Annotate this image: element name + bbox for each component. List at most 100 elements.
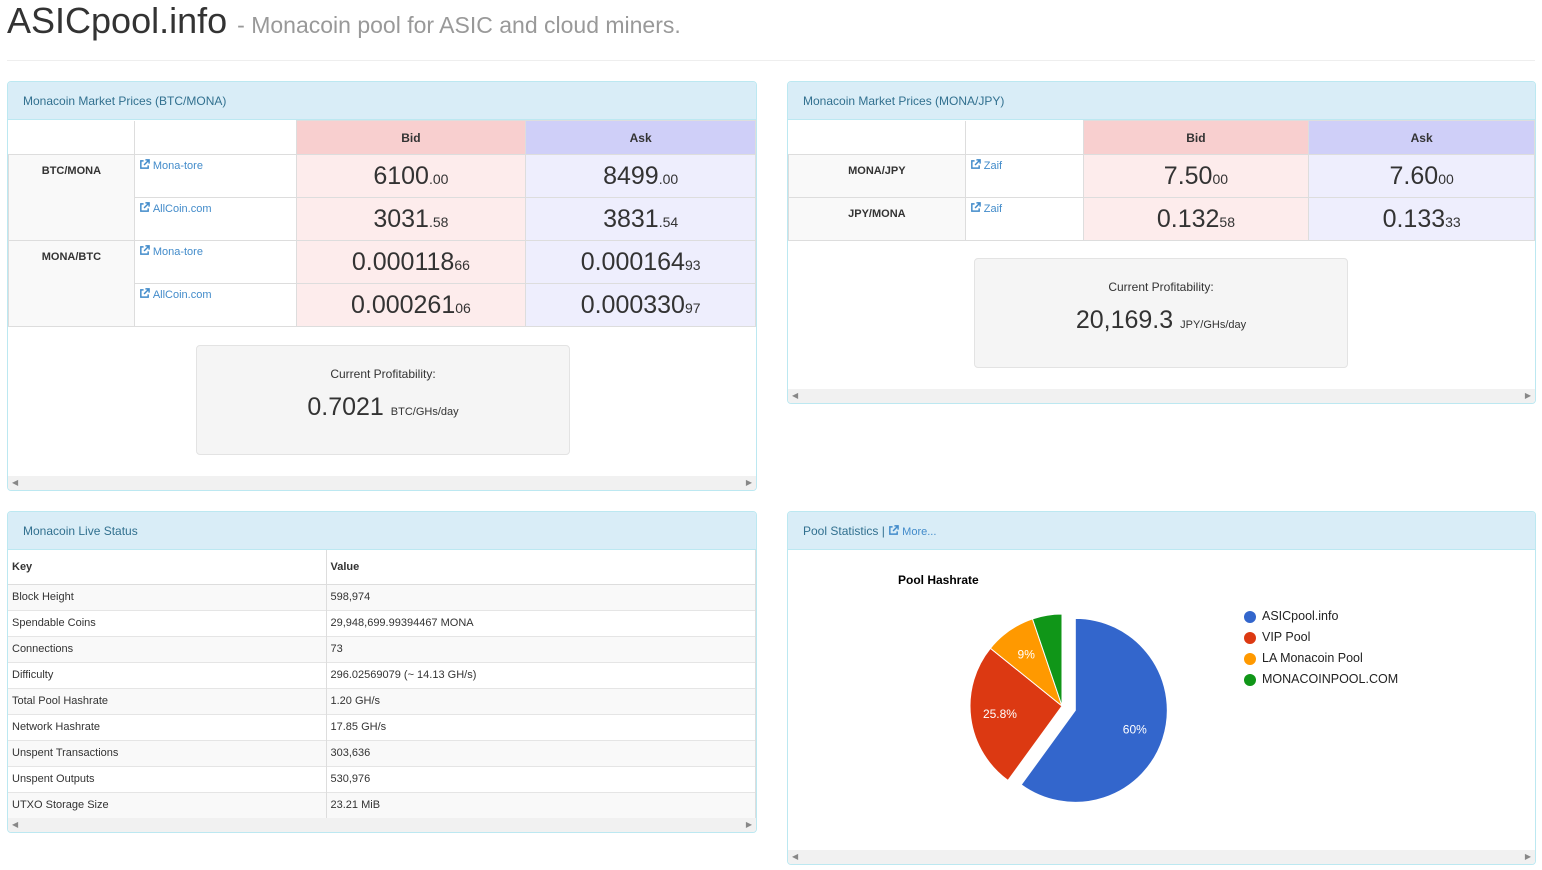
status-value: 1.20 GH/s	[326, 687, 756, 714]
external-link-icon	[970, 159, 981, 169]
status-value: 303,636	[326, 739, 756, 766]
exchange-link[interactable]: AllCoin.com	[133, 283, 297, 327]
pool-statistics-panel: Pool Statistics | More... Pool Hashrate …	[787, 511, 1536, 865]
pie-slice-label: 9%	[1018, 648, 1036, 662]
external-link-icon	[889, 525, 899, 535]
value-column-header: Value	[326, 550, 756, 585]
exchange-link[interactable]: Zaif	[964, 154, 1084, 198]
bid-header: Bid	[1082, 120, 1310, 155]
profitability-value: 0.7021 BTC/GHs/day	[307, 393, 459, 421]
status-key: Connections	[8, 635, 327, 662]
table-row: Spendable Coins 29,948,699.99394467 MONA	[8, 609, 756, 636]
ask-value: 0.00016493	[525, 240, 756, 284]
scroll-right-icon[interactable]: ▶	[746, 818, 752, 832]
exchange-link[interactable]: AllCoin.com	[133, 197, 297, 241]
exchange-link[interactable]: Mona-tore	[133, 240, 297, 284]
pool-hashrate-pie-chart: 60% 25.8% 9%	[969, 613, 1168, 803]
site-name: ASICpool.info	[7, 0, 228, 41]
status-value: 17.85 GH/s	[326, 713, 756, 740]
jpy-market-table: Bid Ask MONA/JPY Zaif 7.5000 7.6000 JPY/…	[788, 120, 1535, 241]
horizontal-scrollbar[interactable]: ◀ ▶	[8, 476, 756, 490]
legend-color-swatch	[1244, 652, 1256, 665]
external-link-icon	[139, 202, 150, 212]
scroll-left-icon[interactable]: ◀	[792, 389, 798, 403]
external-link-icon	[139, 288, 150, 298]
site-title: ASICpool.info - Monacoin pool for ASIC a…	[7, 0, 681, 46]
bid-value: 0.00011866	[295, 240, 527, 284]
chart-legend: ASICpool.info VIP Pool LA Monacoin Pool MON…	[1244, 606, 1398, 690]
pool-statistics-title: Pool Statistics |	[803, 524, 885, 538]
table-row: Difficulty 296.02569079 (~ 14.13 GH/s)	[8, 661, 756, 688]
site-subtitle: - Monacoin pool for ASIC and cloud miner…	[237, 12, 681, 38]
legend-label: ASICpool.info	[1262, 609, 1339, 623]
scroll-right-icon[interactable]: ▶	[1525, 850, 1531, 864]
bid-value: 0.13258	[1082, 197, 1310, 241]
table-row: Connections 73	[8, 635, 756, 662]
external-link-icon	[970, 202, 981, 212]
profitability-box: Current Profitability: 20,169.3 JPY/GHs/…	[974, 258, 1348, 368]
live-status-table: Key Value Block Height 598,974 Spendable C…	[8, 550, 756, 818]
exchange-link[interactable]: Mona-tore	[133, 154, 297, 198]
bid-value: 3031.58	[295, 197, 527, 241]
pair-label: JPY/MONA	[788, 197, 966, 241]
legend-item: ASICpool.info	[1244, 606, 1398, 627]
pair-label: MONA/JPY	[788, 154, 966, 198]
jpy-market-panel: Monacoin Market Prices (MONA/JPY) Bid As…	[787, 81, 1536, 404]
horizontal-scrollbar[interactable]: ◀ ▶	[788, 850, 1535, 864]
legend-color-swatch	[1244, 673, 1256, 686]
ask-header: Ask	[525, 120, 756, 155]
scroll-left-icon[interactable]: ◀	[12, 476, 18, 490]
status-key: Unspent Transactions	[8, 739, 327, 766]
table-row: Unspent Outputs 530,976	[8, 765, 756, 792]
profitability-label: Current Profitability:	[330, 367, 436, 381]
scroll-right-icon[interactable]: ▶	[746, 476, 752, 490]
table-row: Block Height 598,974	[8, 583, 756, 610]
status-key: Spendable Coins	[8, 609, 327, 636]
scroll-left-icon[interactable]: ◀	[792, 850, 798, 864]
panel-heading: Monacoin Market Prices (BTC/MONA)	[8, 82, 756, 120]
scroll-right-icon[interactable]: ▶	[1525, 389, 1531, 403]
horizontal-scrollbar[interactable]: ◀ ▶	[8, 818, 756, 832]
ask-value: 7.6000	[1308, 154, 1535, 198]
horizontal-scrollbar[interactable]: ◀ ▶	[788, 389, 1535, 403]
legend-color-swatch	[1244, 631, 1256, 644]
bid-value: 6100.00	[295, 154, 527, 198]
pair-label: BTC/MONA	[8, 154, 135, 241]
status-value: 598,974	[326, 583, 756, 610]
pie-slice-label: 60%	[1123, 723, 1147, 737]
legend-label: LA Monacoin Pool	[1262, 651, 1363, 665]
legend-label: MONACOINPOOL.COM	[1262, 672, 1399, 686]
status-value: 296.02569079 (~ 14.13 GH/s)	[326, 661, 756, 688]
status-key: UTXO Storage Size	[8, 791, 327, 818]
panel-heading: Monacoin Market Prices (MONA/JPY)	[788, 82, 1535, 120]
page-header: ASICpool.info - Monacoin pool for ASIC a…	[7, 0, 1535, 61]
external-link-icon	[139, 159, 150, 169]
scroll-left-icon[interactable]: ◀	[12, 818, 18, 832]
table-row: Network Hashrate 17.85 GH/s	[8, 713, 756, 740]
status-key: Difficulty	[8, 661, 327, 688]
more-link[interactable]: More...	[888, 525, 936, 538]
legend-item: VIP Pool	[1244, 627, 1398, 648]
live-status-panel: Monacoin Live Status Key Value Block Hei…	[7, 511, 757, 833]
panel-heading: Monacoin Live Status	[8, 512, 756, 550]
btc-market-table: Bid Ask BTC/MONA Mona-tore 6100.00 8499.…	[8, 120, 756, 327]
bid-value: 0.00026106	[295, 283, 527, 327]
key-column-header: Key	[8, 550, 327, 585]
legend-color-swatch	[1244, 610, 1256, 623]
legend-item: MONACOINPOOL.COM	[1244, 669, 1398, 690]
table-row: UTXO Storage Size 23.21 MiB	[8, 791, 756, 818]
status-key: Block Height	[8, 583, 327, 610]
ask-header: Ask	[1308, 120, 1535, 155]
ask-value: 0.00033097	[525, 283, 756, 327]
pie-slice-label: 25.8%	[983, 707, 1017, 721]
exchange-link[interactable]: Zaif	[964, 197, 1084, 241]
profitability-value: 20,169.3 JPY/GHs/day	[1075, 306, 1247, 334]
profitability-label: Current Profitability:	[1108, 280, 1214, 294]
external-link-icon	[139, 245, 150, 255]
ask-value: 0.13333	[1308, 197, 1535, 241]
table-row: Total Pool Hashrate 1.20 GH/s	[8, 687, 756, 714]
table-row: Unspent Transactions 303,636	[8, 739, 756, 766]
bid-value: 7.5000	[1082, 154, 1310, 198]
panel-heading: Pool Statistics | More...	[788, 512, 1535, 550]
status-value: 23.21 MiB	[326, 791, 756, 818]
